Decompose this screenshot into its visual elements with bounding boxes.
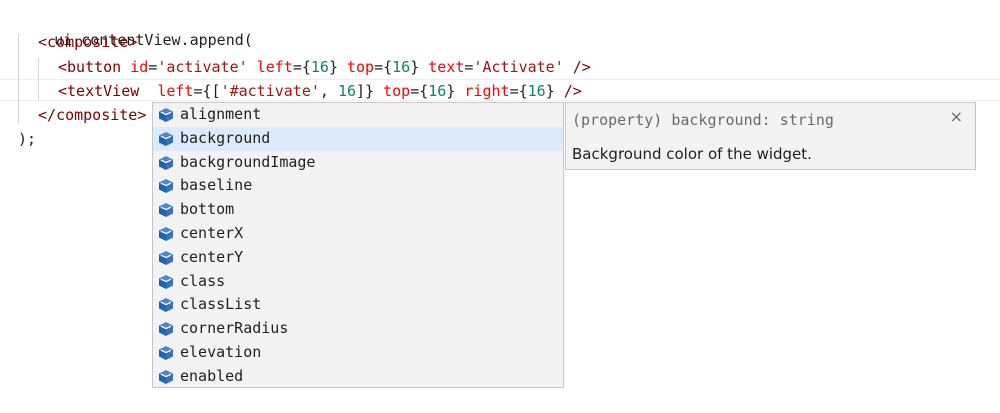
details-signature: (property) background: string bbox=[572, 111, 834, 129]
suggestion-label: bottom bbox=[180, 200, 235, 219]
code-line-2: <composite> bbox=[38, 30, 137, 54]
suggestion-item[interactable]: centerY bbox=[153, 246, 563, 270]
property-cube-icon bbox=[158, 297, 174, 313]
code-token: '#activate' bbox=[220, 82, 320, 100]
code-line-4: <textView left={['#activate', 16]} top={… bbox=[58, 79, 582, 103]
property-cube-icon bbox=[158, 178, 174, 194]
code-token: id bbox=[130, 58, 149, 76]
suggestion-item[interactable]: background bbox=[153, 126, 563, 151]
code-token: composite bbox=[47, 33, 129, 51]
code-token: , bbox=[319, 82, 338, 100]
code-token: } bbox=[410, 58, 420, 76]
code-token: ={ bbox=[292, 58, 311, 76]
suggestion-item[interactable]: classList bbox=[153, 293, 563, 317]
code-token: > bbox=[137, 106, 147, 124]
code-token: ]} bbox=[356, 82, 375, 100]
property-cube-icon bbox=[158, 250, 174, 266]
close-icon[interactable]: × bbox=[950, 107, 963, 126]
code-token: 16 bbox=[527, 82, 546, 100]
details-description: Background color of the widget. bbox=[572, 145, 812, 163]
property-cube-icon bbox=[158, 155, 174, 171]
property-cube-icon bbox=[158, 369, 174, 385]
indent-guide bbox=[38, 58, 39, 100]
code-token: 'Activate' bbox=[473, 58, 564, 76]
code-token: top bbox=[347, 58, 375, 76]
suggestion-item[interactable]: class bbox=[153, 270, 563, 294]
code-token: left bbox=[256, 58, 293, 76]
code-token: 16 bbox=[337, 82, 357, 100]
code-token: text bbox=[428, 58, 465, 76]
code-token: 16 bbox=[310, 58, 329, 76]
code-token: } bbox=[328, 58, 338, 76]
suggestion-item[interactable]: alignment bbox=[153, 103, 563, 127]
property-cube-icon bbox=[158, 202, 174, 218]
suggestion-label: background bbox=[180, 128, 271, 147]
code-token: textView bbox=[67, 82, 140, 100]
suggestion-label: cornerRadius bbox=[180, 319, 289, 338]
code-token: left bbox=[157, 82, 194, 100]
code-token: ={ bbox=[410, 82, 429, 100]
suggestion-details-panel: (property) background: string × Backgrou… bbox=[565, 102, 976, 170]
code-token: /> bbox=[563, 58, 591, 76]
suggestion-item[interactable]: bottom bbox=[153, 198, 563, 222]
property-cube-icon bbox=[158, 226, 174, 242]
code-token: ={ bbox=[509, 82, 528, 100]
property-cube-icon bbox=[158, 345, 174, 361]
suggestion-label: backgroundImage bbox=[180, 152, 316, 171]
code-token: } bbox=[545, 82, 555, 100]
suggestion-item[interactable]: backgroundImage bbox=[153, 151, 563, 175]
suggestion-item[interactable]: baseline bbox=[153, 174, 563, 198]
property-cube-icon bbox=[158, 107, 174, 123]
suggestion-label: elevation bbox=[180, 342, 262, 361]
code-token: 'activate' bbox=[157, 58, 248, 76]
code-token: /> bbox=[554, 82, 582, 100]
suggestion-item[interactable]: elevation bbox=[153, 341, 563, 365]
suggestion-item[interactable]: cornerRadius bbox=[153, 317, 563, 341]
code-line-5: </composite> bbox=[38, 103, 146, 127]
suggestion-item[interactable]: enabled bbox=[153, 365, 563, 387]
code-token: right bbox=[464, 82, 510, 100]
code-token: button bbox=[67, 58, 122, 76]
code-token: 16 bbox=[428, 82, 447, 100]
property-cube-icon bbox=[158, 131, 174, 147]
code-token: top bbox=[383, 82, 411, 100]
suggestion-item[interactable]: centerX bbox=[153, 222, 563, 246]
suggestion-label: centerX bbox=[180, 223, 244, 242]
property-cube-icon bbox=[158, 274, 174, 290]
code-token: composite bbox=[56, 106, 138, 124]
property-cube-icon bbox=[158, 321, 174, 337]
code-line-6: ); bbox=[18, 127, 36, 151]
suggestion-label: class bbox=[180, 271, 226, 290]
suggestion-label: centerY bbox=[180, 247, 244, 266]
code-token: < bbox=[38, 33, 48, 51]
code-token: ={ bbox=[374, 58, 393, 76]
suggestion-label: classList bbox=[180, 295, 262, 314]
code-token: </ bbox=[38, 106, 57, 124]
suggestion-label: alignment bbox=[180, 105, 262, 123]
code-token: < bbox=[58, 82, 68, 100]
code-token: < bbox=[58, 58, 68, 76]
code-line-3: <button id='activate' left={16} top={16}… bbox=[58, 55, 591, 79]
code-token: ={[ bbox=[193, 82, 221, 100]
suggestion-label: enabled bbox=[180, 366, 244, 385]
code-token: = bbox=[148, 58, 158, 76]
suggestion-label: baseline bbox=[180, 176, 253, 195]
code-line-1: ui.contentView.append( bbox=[18, 4, 253, 49]
suggestion-list[interactable]: alignment background backgroundImage baseli… bbox=[152, 102, 564, 388]
code-token: ); bbox=[18, 130, 37, 148]
code-token: > bbox=[128, 33, 138, 51]
code-token: 16 bbox=[392, 58, 411, 76]
